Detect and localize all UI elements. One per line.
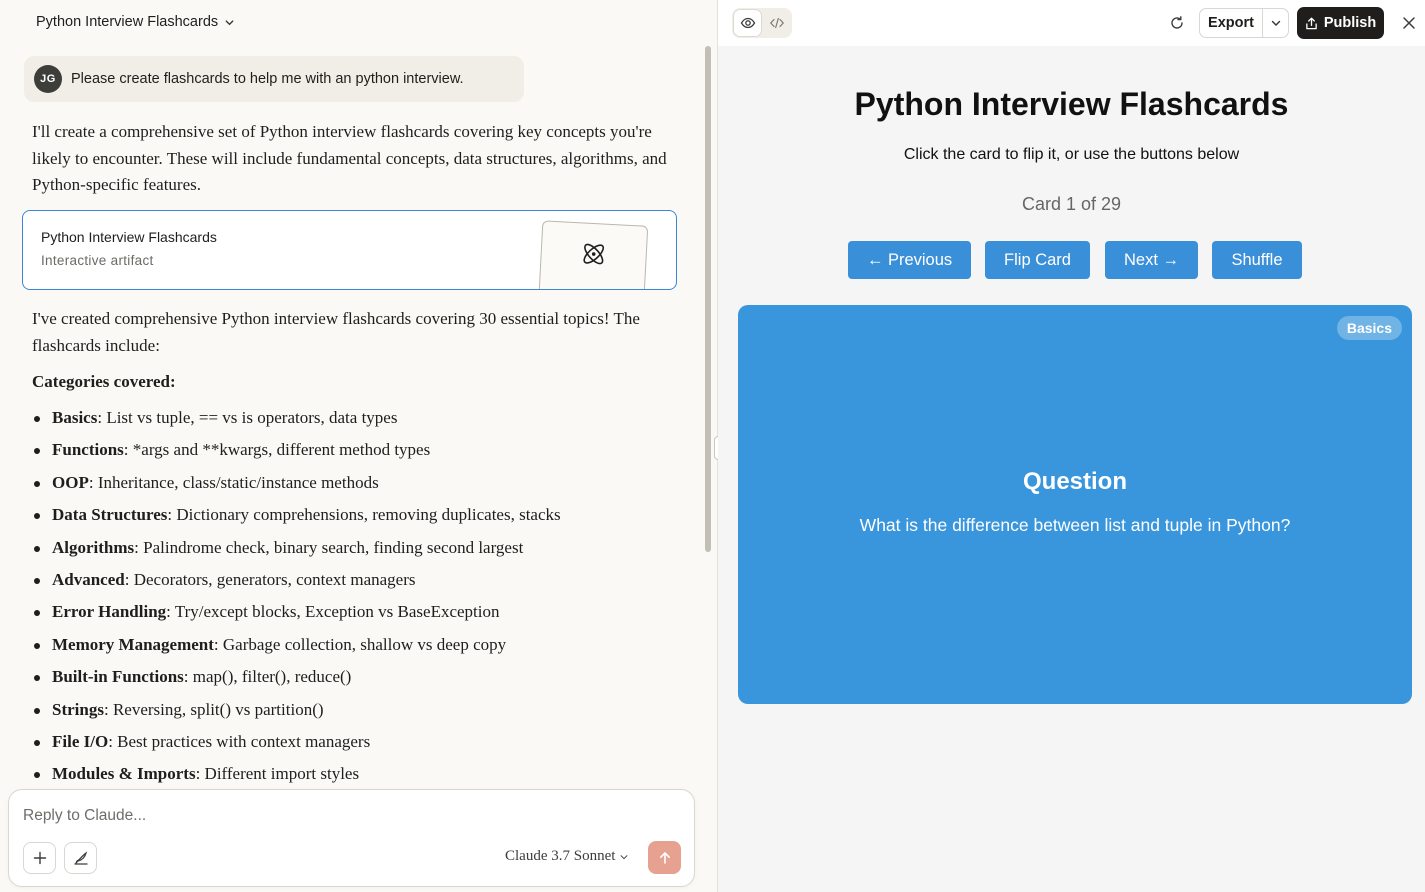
assistant-summary: I've created comprehensive Python interv… [32,309,640,355]
category-badge: Basics [1336,316,1402,340]
preview-tab[interactable] [734,10,761,36]
add-attachment-button[interactable] [23,842,56,874]
artifact-card[interactable]: Python Interview Flashcards Interactive … [22,210,677,290]
list-item: Data Structures: Dictionary comprehensio… [32,502,692,534]
artifact-subtitle: Interactive artifact [41,253,154,268]
chevron-down-icon [620,854,628,859]
artifact-title: Python Interview Flashcards [41,229,217,245]
eye-icon [740,17,755,29]
quill-icon [73,851,88,865]
assistant-intro: I'll create a comprehensive set of Pytho… [32,122,667,194]
atom-icon [583,243,605,265]
flip-card-button[interactable]: Flip Card [985,241,1090,279]
categories-heading: Categories covered: [32,372,176,391]
share-icon [1306,17,1317,29]
plus-icon [33,851,46,865]
list-item: Advanced: Decorators, generators, contex… [32,567,692,599]
list-item: Functions: *args and **kwargs, different… [32,437,692,469]
publish-button[interactable]: Publish [1297,7,1384,39]
code-tab[interactable] [763,10,790,36]
artifact-pane: Export Publish Python Interview Flashcar… [718,0,1425,892]
app-instructions: Click the card to flip it, or use the bu… [903,146,1240,163]
artifact-thumbnail [537,220,649,289]
refresh-icon [1171,16,1183,29]
shuffle-button[interactable]: Shuffle [1212,241,1302,279]
publish-label: Publish [1323,15,1377,31]
next-button[interactable]: Next → [1105,241,1198,279]
avatar: JG [34,65,62,93]
close-button[interactable] [1398,12,1420,34]
close-icon [1403,17,1415,29]
code-icon [769,17,784,29]
card-question-text: What is the difference between list and … [859,515,1291,535]
user-message-text: Please create flashcards to help me with… [71,71,464,87]
export-button-group: Export [1199,8,1289,38]
export-button[interactable]: Export [1200,9,1263,37]
previous-button[interactable]: ← Previous [848,241,971,279]
arrow-up-icon [659,851,670,864]
artifact-toolbar: Export Publish [718,0,1425,46]
categories-list: Basics: List vs tuple, == vs is operator… [32,405,692,794]
list-item: OOP: Inheritance, class/static/instance … [32,470,692,502]
chevron-down-icon [225,19,234,25]
list-item: Basics: List vs tuple, == vs is operator… [32,405,692,437]
view-toggle [732,8,792,38]
list-item: File I/O: Best practices with context ma… [32,729,692,761]
list-item: Built-in Functions: map(), filter(), red… [32,664,692,696]
card-side-label: Question [1022,468,1127,495]
chat-title-menu[interactable]: Python Interview Flashcards [36,14,235,30]
list-item: Memory Management: Garbage collection, s… [32,632,692,664]
flashcard[interactable]: Basics Question What is the difference b… [738,305,1412,704]
export-dropdown-button[interactable] [1263,9,1288,37]
refresh-button[interactable] [1165,11,1189,35]
reply-input[interactable]: Reply to Claude... [23,807,146,825]
reply-composer: Reply to Claude... Claude 3.7 Sonnet [8,789,695,887]
chat-scrollbar[interactable] [705,46,711,552]
chevron-down-icon [1271,20,1280,26]
model-name: Claude 3.7 Sonnet [505,848,616,864]
send-button[interactable] [648,841,681,874]
style-button[interactable] [64,842,97,874]
list-item: Algorithms: Palindrome check, binary sea… [32,535,692,567]
app-title: Python Interview Flashcards [854,86,1289,122]
list-item: Strings: Reversing, split() vs partition… [32,697,692,729]
model-selector[interactable]: Claude 3.7 Sonnet [505,848,629,865]
user-message: JG Please create flashcards to help me w… [24,56,524,102]
card-counter: Card 1 of 29 [1021,194,1122,214]
list-item: Error Handling: Try/except blocks, Excep… [32,599,692,631]
chat-title: Python Interview Flashcards [36,14,219,30]
chat-pane: Python Interview Flashcards JG Please cr… [0,0,717,892]
